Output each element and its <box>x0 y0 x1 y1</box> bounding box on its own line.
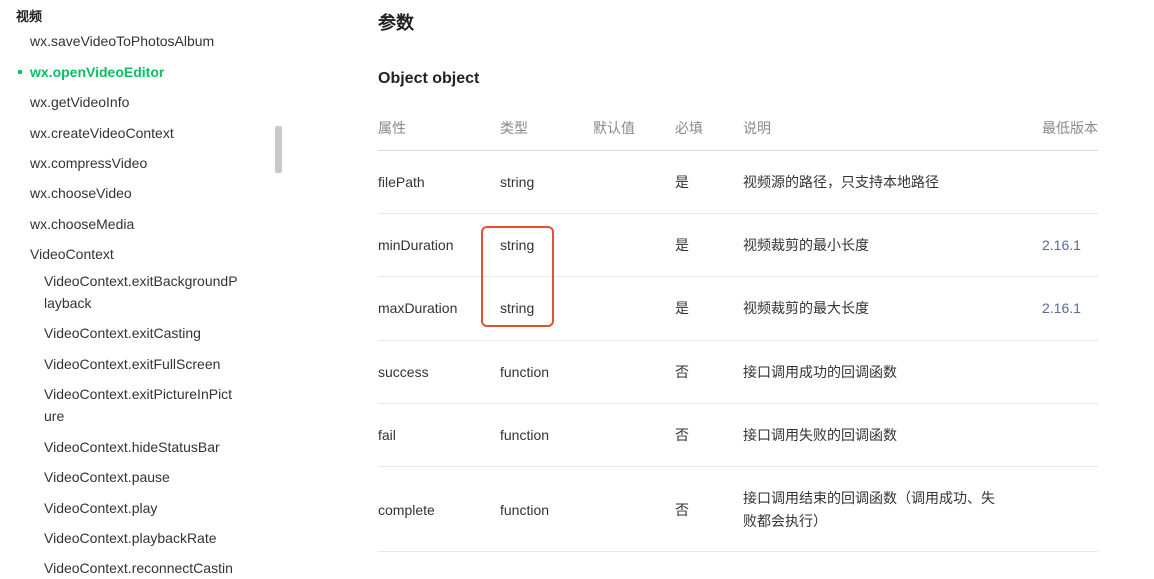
column-header-description: 说明 <box>743 120 771 136</box>
cell-name: minDuration <box>378 237 454 253</box>
sidebar-item-label-wrap: layback <box>44 295 92 311</box>
sidebar-item-exit-full-screen[interactable]: VideoContext.exitFullScreen <box>44 353 220 375</box>
highlight-annotation-box <box>481 226 554 327</box>
sidebar-item-label: VideoContext.exitBackgroundP <box>44 273 238 289</box>
cell-required: 否 <box>675 427 689 443</box>
cell-name: filePath <box>378 174 425 190</box>
sidebar-item-exit-casting[interactable]: VideoContext.exitCasting <box>44 322 201 344</box>
sidebar-item-label: wx.openVideoEditor <box>30 64 165 80</box>
sidebar-item-open-video-editor[interactable]: wx.openVideoEditor <box>18 61 165 83</box>
sidebar-item-choose-media[interactable]: wx.chooseMedia <box>30 213 134 235</box>
object-heading: Object object <box>378 70 480 87</box>
row-divider <box>378 403 1098 404</box>
section-heading: 参数 <box>378 13 414 33</box>
cell-required: 否 <box>675 364 689 380</box>
sidebar-item-playback-rate[interactable]: VideoContext.playbackRate <box>44 527 217 549</box>
sidebar-item-pause[interactable]: VideoContext.pause <box>44 466 170 488</box>
table-header-divider <box>378 150 1098 151</box>
cell-name: success <box>378 364 429 380</box>
cell-description: 视频源的路径，只支持本地路径 <box>743 174 939 190</box>
cell-required: 是 <box>675 237 689 253</box>
cell-required: 是 <box>675 174 689 190</box>
sidebar-item-hide-status-bar[interactable]: VideoContext.hideStatusBar <box>44 436 220 458</box>
cell-min-version-link[interactable]: 2.16.1 <box>1042 297 1081 319</box>
cell-name: maxDuration <box>378 300 458 316</box>
sidebar-item-create-video-context[interactable]: wx.createVideoContext <box>30 122 174 144</box>
cell-type: function <box>500 502 550 518</box>
cell-description: 接口调用成功的回调函数 <box>743 364 897 380</box>
sidebar-item-exit-background-playback[interactable]: VideoContext.exitBackgroundP layback <box>44 270 238 314</box>
cell-description: 视频裁剪的最大长度 <box>743 300 869 316</box>
sidebar-item-exit-picture-in-picture[interactable]: VideoContext.exitPictureInPict ure <box>44 383 232 427</box>
sidebar-item-choose-video[interactable]: wx.chooseVideo <box>30 182 132 204</box>
cell-description: 接口调用失败的回调函数 <box>743 427 897 443</box>
sidebar-item-compress-video[interactable]: wx.compressVideo <box>30 152 147 174</box>
column-header-property: 属性 <box>378 120 406 136</box>
cell-required: 是 <box>675 300 689 316</box>
cell-type: string <box>500 174 535 190</box>
sidebar-item-label-wrap: ure <box>44 408 65 424</box>
sidebar-scrollbar[interactable] <box>275 126 282 173</box>
sidebar-section-title: 视频 <box>16 9 43 24</box>
sidebar-item-save-video-to-photos-album[interactable]: wx.saveVideoToPhotosAlbum <box>30 30 214 52</box>
cell-type: function <box>500 364 550 380</box>
row-divider <box>378 213 1098 214</box>
cell-min-version-link[interactable]: 2.16.1 <box>1042 234 1081 256</box>
cell-description: 视频裁剪的最小长度 <box>743 237 869 253</box>
cell-name: fail <box>378 427 396 443</box>
row-divider <box>378 466 1098 467</box>
sidebar-item-video-context[interactable]: VideoContext <box>30 243 114 265</box>
active-indicator-icon <box>18 70 22 74</box>
sidebar-nav: 视频 wx.saveVideoToPhotosAlbum wx.openVide… <box>0 0 284 576</box>
column-header-min-version: 最低版本 <box>1042 120 1098 136</box>
column-header-default: 默认值 <box>593 120 635 136</box>
row-divider <box>378 551 1098 552</box>
cell-required: 否 <box>675 502 689 518</box>
row-divider <box>378 340 1098 341</box>
cell-description: 接口调用结束的回调函数（调用成功、失败都会执行） <box>743 490 995 529</box>
column-header-type: 类型 <box>500 120 528 136</box>
column-header-required: 必填 <box>675 120 703 136</box>
cell-type: function <box>500 427 550 443</box>
sidebar-item-label: VideoContext.exitPictureInPict <box>44 386 233 402</box>
cell-name: complete <box>378 502 435 518</box>
sidebar-item-play[interactable]: VideoContext.play <box>44 497 157 519</box>
sidebar-item-get-video-info[interactable]: wx.getVideoInfo <box>30 91 129 113</box>
